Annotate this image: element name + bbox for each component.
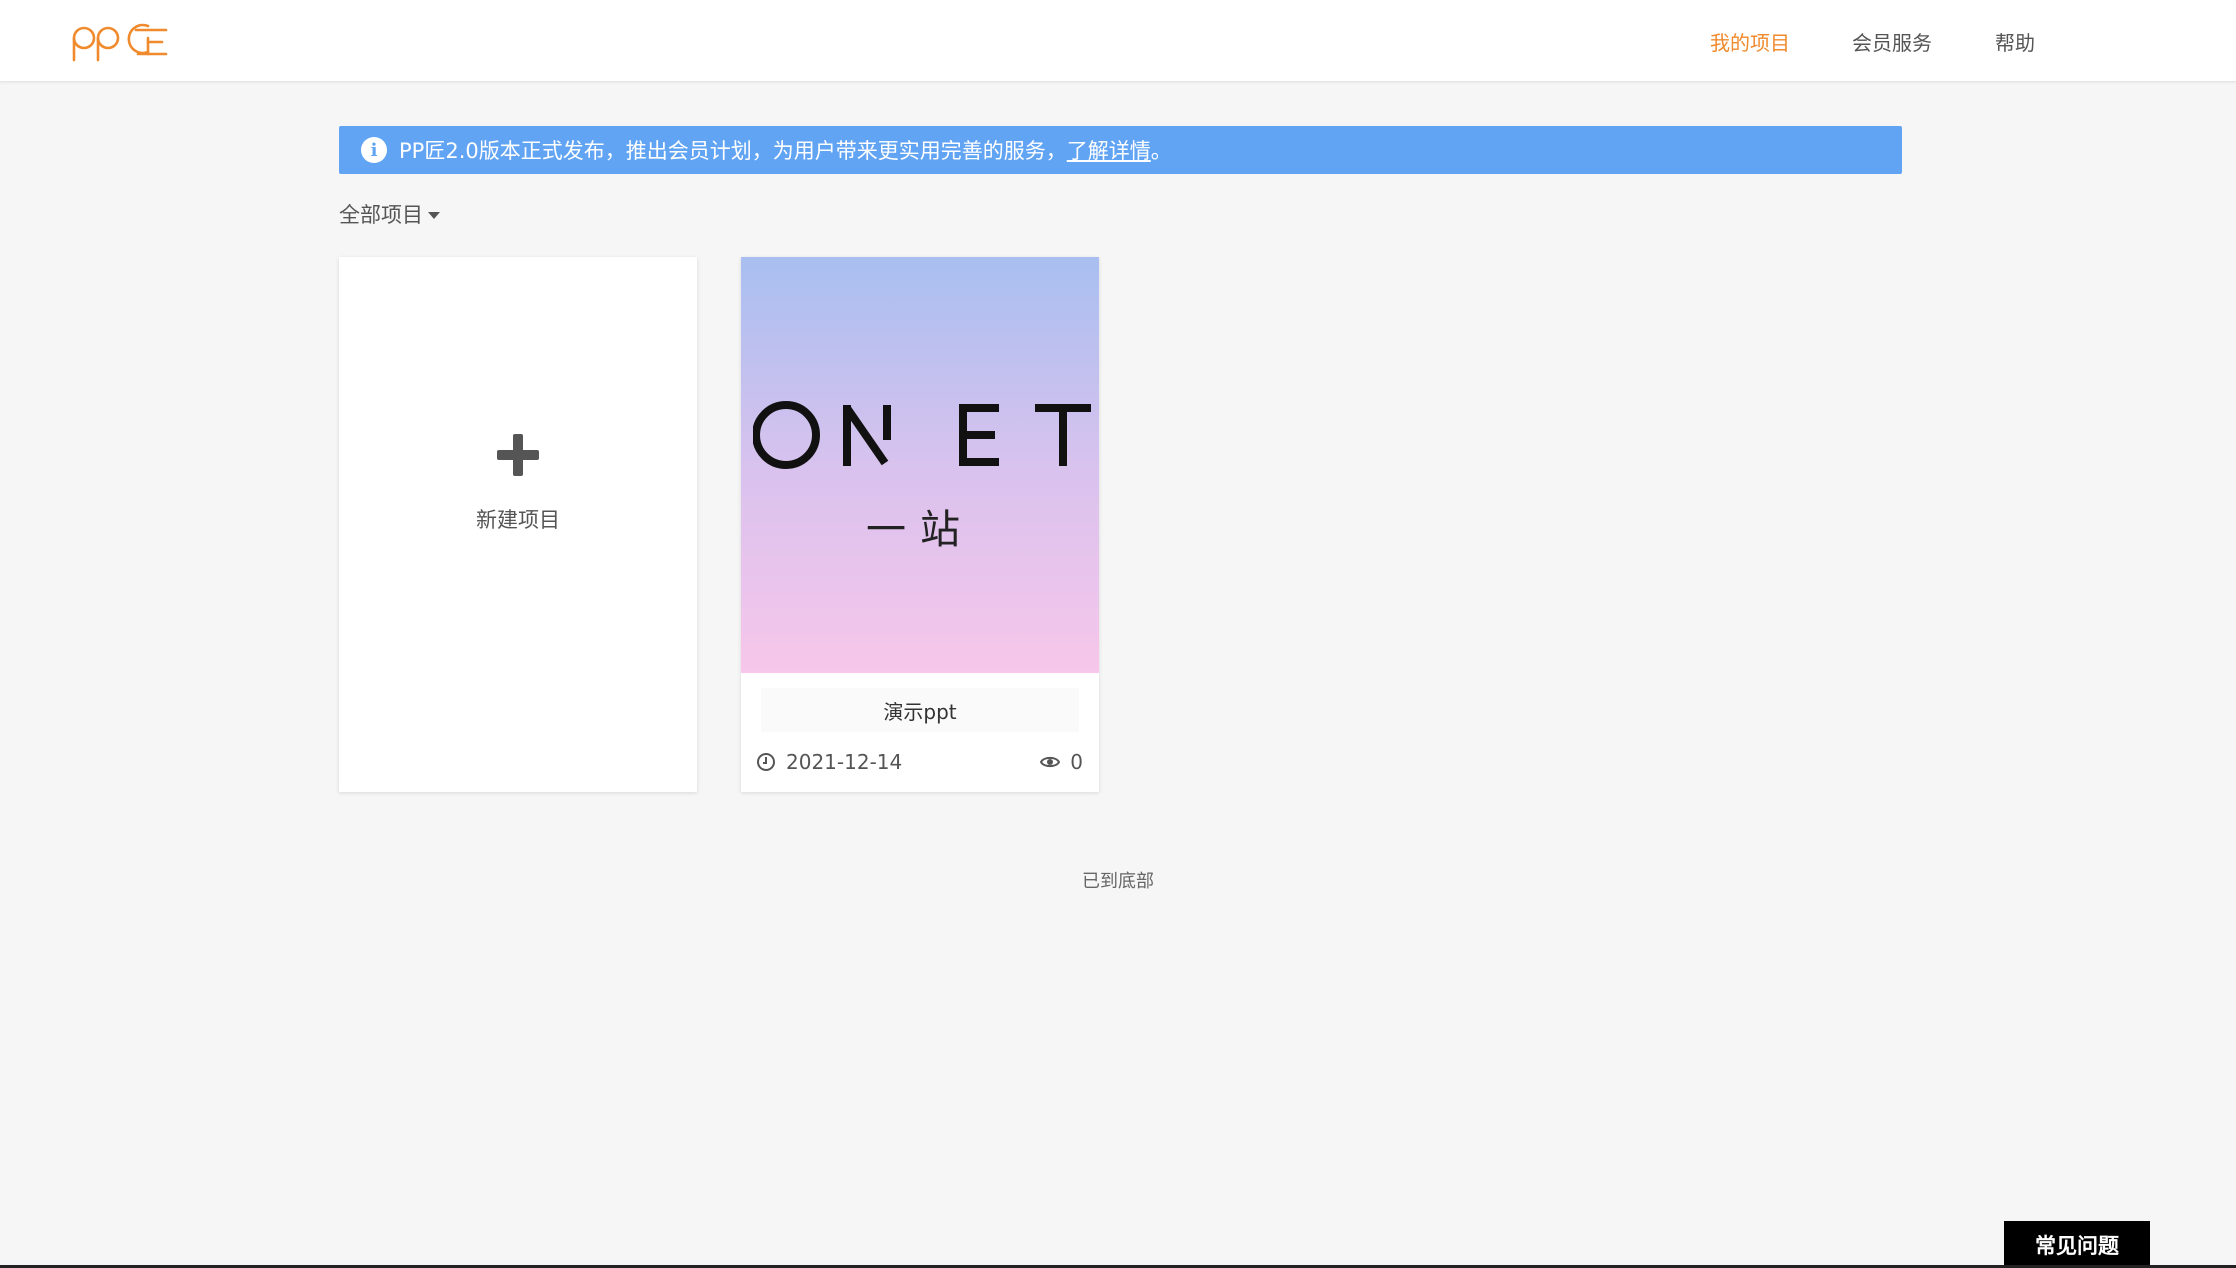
learn-more-link[interactable]: 了解详情 <box>1067 135 1151 165</box>
end-of-list-note: 已到底部 <box>1082 871 1154 892</box>
project-filter-dropdown[interactable]: 全部项目 <box>339 199 440 229</box>
project-filter-label: 全部项目 <box>339 203 423 227</box>
new-project-label: 新建项目 <box>476 508 560 532</box>
project-thumbnail-title <box>753 401 1091 469</box>
project-date: 2021-12-14 <box>786 750 903 774</box>
project-views: 0 <box>1070 750 1083 774</box>
clock-icon <box>757 753 775 771</box>
faq-button[interactable]: 常见问题 <box>2004 1221 2150 1268</box>
info-icon: i <box>361 137 387 163</box>
ppj-logo[interactable] <box>70 16 170 64</box>
eye-icon <box>1040 756 1061 768</box>
nav-help[interactable]: 帮助 <box>1995 0 2035 82</box>
caret-down-icon <box>428 211 440 219</box>
project-meta: 2021-12-14 0 <box>757 742 1083 782</box>
announcement-text: PP匠2.0版本正式发布，推出会员计划，为用户带来更实用完善的服务， <box>399 139 1067 163</box>
project-name[interactable]: 演示ppt <box>761 688 1079 732</box>
top-navigation-bar: 我的项目 会员服务 帮助 <box>0 0 2236 82</box>
new-project-card[interactable]: 新建项目 <box>339 257 697 792</box>
announcement-banner: i PP匠2.0版本正式发布，推出会员计划，为用户带来更实用完善的服务， 了解详… <box>339 126 1902 174</box>
nav-my-projects[interactable]: 我的项目 <box>1710 0 1790 82</box>
project-thumbnail[interactable]: 一站 <box>741 257 1099 673</box>
announcement-tail: 。 <box>1150 139 1172 163</box>
plus-icon <box>497 434 539 476</box>
nav-member-service[interactable]: 会员服务 <box>1852 0 1932 82</box>
project-card[interactable]: 一站 演示ppt 2021-12-14 0 <box>741 257 1099 792</box>
project-thumbnail-subtitle: 一站 <box>866 507 974 553</box>
